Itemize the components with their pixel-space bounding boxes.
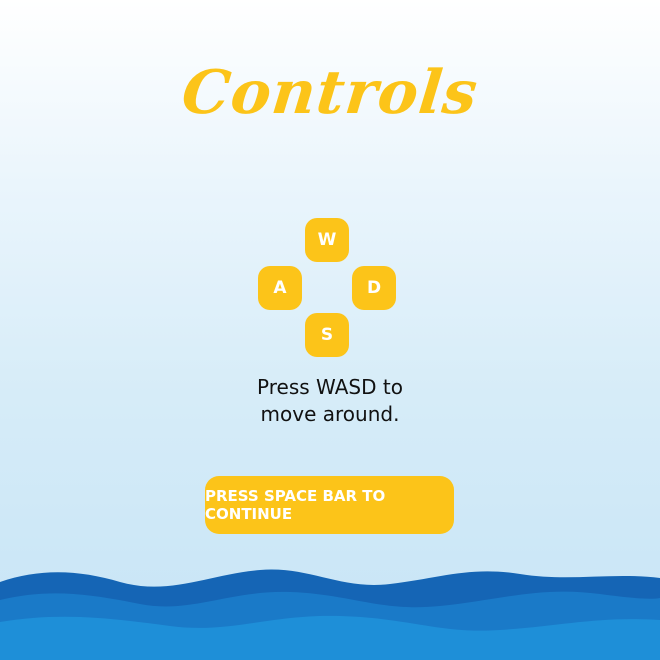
ocean-waves [0,569,660,660]
page-title: Controls [178,58,482,128]
instructions-text: Press WASD to move around. [0,374,660,428]
key-s: S [305,313,349,357]
key-d: D [352,266,396,310]
continue-button[interactable]: PRESS SPACE BAR TO CONTINUE [205,476,454,534]
key-w: W [305,218,349,262]
instructions-line-1: Press WASD to [257,375,403,399]
key-a: A [258,266,302,310]
instructions-line-2: move around. [260,402,400,426]
